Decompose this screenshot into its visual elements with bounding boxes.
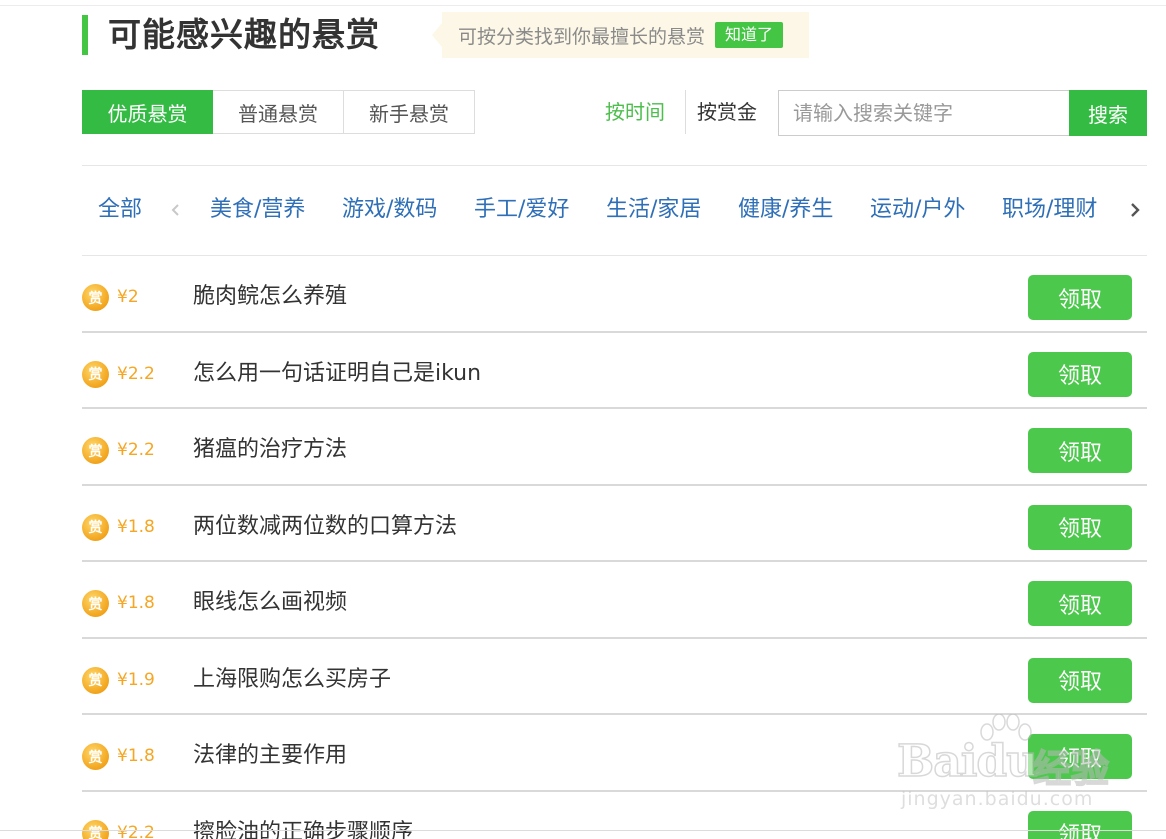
reward-coin-icon: 赏: [82, 590, 109, 617]
tooltip-body: 可按分类找到你最擅长的悬赏 知道了: [442, 12, 810, 58]
category-item[interactable]: 健康/养生: [738, 194, 833, 226]
question-title[interactable]: 脆肉鲩怎么养殖: [193, 282, 347, 312]
claim-button[interactable]: 领取: [1028, 734, 1132, 779]
question-title[interactable]: 猪瘟的治疗方法: [193, 435, 347, 465]
chevron-left-icon[interactable]: [168, 196, 182, 224]
reward-price: ¥2.2: [117, 440, 155, 460]
bottom-border: [0, 830, 1166, 831]
sort-by-amount[interactable]: 按赏金: [697, 98, 757, 126]
list-item: 赏 ¥2.2 怎么用一句话证明自己是ikun 领取: [82, 333, 1147, 409]
category-item[interactable]: 美食/营养: [210, 194, 305, 226]
question-title[interactable]: 法律的主要作用: [193, 741, 347, 771]
list-item: 赏 ¥2 脆肉鲩怎么养殖 领取: [82, 256, 1147, 333]
claim-button[interactable]: 领取: [1028, 275, 1132, 320]
title-accent-bar: [82, 15, 88, 55]
reward-price: ¥1.9: [117, 669, 155, 690]
reward-price: ¥1.8: [117, 746, 155, 766]
sort-divider: [685, 90, 686, 134]
claim-button[interactable]: 领取: [1028, 657, 1132, 703]
tab-normal[interactable]: 普通悬赏: [213, 90, 344, 134]
reward-price: ¥2.2: [117, 363, 155, 384]
tooltip-arrow: [432, 23, 442, 47]
reward-price: ¥2: [117, 287, 139, 307]
reward-price: ¥1.8: [117, 593, 155, 613]
claim-button[interactable]: 领取: [1028, 581, 1132, 626]
sort-by-time[interactable]: 按时间: [605, 98, 665, 126]
reward-coin-icon: 赏: [82, 513, 109, 541]
hint-tooltip: 可按分类找到你最擅长的悬赏 知道了: [432, 12, 810, 58]
search-button[interactable]: 搜索: [1069, 90, 1147, 136]
question-title[interactable]: 怎么用一句话证明自己是ikun: [193, 359, 481, 389]
reward-coin-icon: 赏: [82, 666, 109, 694]
category-item[interactable]: 手工/爱好: [474, 194, 569, 226]
search-input[interactable]: [778, 90, 1070, 136]
question-title[interactable]: 擦脸油的正确步骤顺序: [193, 818, 413, 839]
reward-list: 赏 ¥2 脆肉鲩怎么养殖 领取 赏 ¥2.2 怎么用一句话证明自己是ikun 领…: [82, 256, 1147, 839]
section-header: 可能感兴趣的悬赏: [82, 13, 380, 57]
claim-button[interactable]: 领取: [1028, 810, 1132, 839]
category-item[interactable]: 游戏/数码: [342, 194, 437, 226]
tab-newbie[interactable]: 新手悬赏: [344, 90, 475, 134]
category-item[interactable]: 职场/理财: [1002, 194, 1097, 226]
divider: [82, 165, 1147, 166]
reward-coin-icon: 赏: [82, 284, 109, 311]
list-item: 赏 ¥2.2 猪瘟的治疗方法 领取: [82, 409, 1147, 486]
reward-coin-icon: 赏: [82, 360, 109, 388]
list-item: 赏 ¥1.8 眼线怎么画视频 领取: [82, 562, 1147, 639]
list-item: 赏 ¥2.2 擦脸油的正确步骤顺序 领取: [82, 792, 1147, 839]
question-title[interactable]: 上海限购怎么买房子: [193, 665, 391, 695]
category-item[interactable]: 运动/户外: [870, 194, 965, 226]
top-border: [0, 5, 1166, 6]
claim-button[interactable]: 领取: [1028, 351, 1132, 397]
category-bar: 全部 美食/营养 游戏/数码 手工/爱好 生活/家居 健康/养生 运动/户外 职…: [82, 186, 1147, 236]
claim-button[interactable]: 领取: [1028, 504, 1132, 550]
tab-premium[interactable]: 优质悬赏: [82, 90, 213, 134]
list-item: 赏 ¥1.8 法律的主要作用 领取: [82, 715, 1147, 792]
claim-button[interactable]: 领取: [1028, 428, 1132, 473]
section-title: 可能感兴趣的悬赏: [108, 15, 380, 54]
question-title[interactable]: 眼线怎么画视频: [193, 588, 347, 618]
question-title[interactable]: 两位数减两位数的口算方法: [193, 512, 457, 542]
category-all[interactable]: 全部: [98, 194, 142, 226]
reward-price: ¥1.8: [117, 516, 155, 537]
reward-coin-icon: 赏: [82, 743, 109, 770]
list-item: 赏 ¥1.9 上海限购怎么买房子 领取: [82, 639, 1147, 715]
dismiss-tip-button[interactable]: 知道了: [715, 22, 784, 48]
chevron-right-icon[interactable]: [1127, 196, 1143, 224]
category-item[interactable]: 生活/家居: [606, 194, 701, 226]
reward-coin-icon: 赏: [82, 437, 109, 464]
reward-type-tabs: 优质悬赏 普通悬赏 新手悬赏: [82, 90, 475, 134]
list-item: 赏 ¥1.8 两位数减两位数的口算方法 领取: [82, 486, 1147, 562]
tooltip-text: 可按分类找到你最擅长的悬赏: [458, 25, 706, 48]
